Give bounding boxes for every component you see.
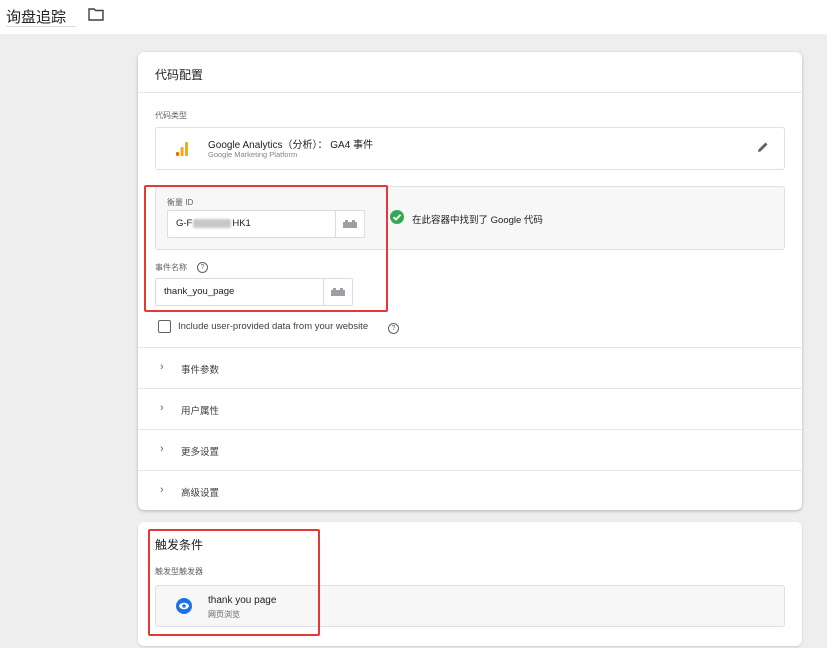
- tag-type-label: 代码类型: [155, 111, 187, 120]
- pencil-icon[interactable]: [756, 140, 770, 154]
- highlight-box-trigger: [148, 529, 320, 636]
- chevron-right-icon: ›: [160, 443, 164, 455]
- container-status-text: 在此容器中找到了 Google 代码: [412, 215, 543, 226]
- check-circle-icon: [390, 210, 404, 224]
- chevron-right-icon: ›: [160, 484, 164, 496]
- help-icon[interactable]: ?: [388, 323, 399, 334]
- folder-icon[interactable]: [88, 7, 104, 21]
- top-bar: 询盘追踪: [0, 0, 827, 34]
- tag-configuration-title: 代码配置: [155, 68, 204, 82]
- section-more-settings[interactable]: › 更多设置: [138, 429, 802, 470]
- tag-type-title: Google Analytics（分析）： GA4 事件: [208, 140, 374, 151]
- section-label: 用户属性: [181, 406, 220, 417]
- page-title: 询盘追踪: [6, 9, 67, 26]
- include-user-data-checkbox[interactable]: [158, 320, 171, 333]
- section-label: 高级设置: [181, 488, 220, 499]
- section-event-parameters[interactable]: › 事件参数: [138, 347, 802, 388]
- chevron-right-icon: ›: [160, 361, 164, 373]
- section-label: 更多设置: [181, 447, 220, 458]
- section-label: 事件参数: [181, 365, 220, 376]
- include-user-data-label: Include user-provided data from your web…: [178, 321, 369, 332]
- chevron-right-icon: ›: [160, 402, 164, 414]
- tag-type-selector[interactable]: Google Analytics（分析）： GA4 事件 Google Mark…: [155, 127, 785, 170]
- section-advanced-settings[interactable]: › 高级设置: [138, 470, 802, 511]
- highlight-box-ids: [144, 185, 388, 312]
- tag-configuration-header: 代码配置: [138, 52, 802, 93]
- google-analytics-icon: [176, 142, 188, 156]
- tag-type-subtitle: Google Marketing Platform: [208, 150, 298, 159]
- section-user-properties[interactable]: › 用户属性: [138, 388, 802, 429]
- title-underline: [6, 26, 76, 27]
